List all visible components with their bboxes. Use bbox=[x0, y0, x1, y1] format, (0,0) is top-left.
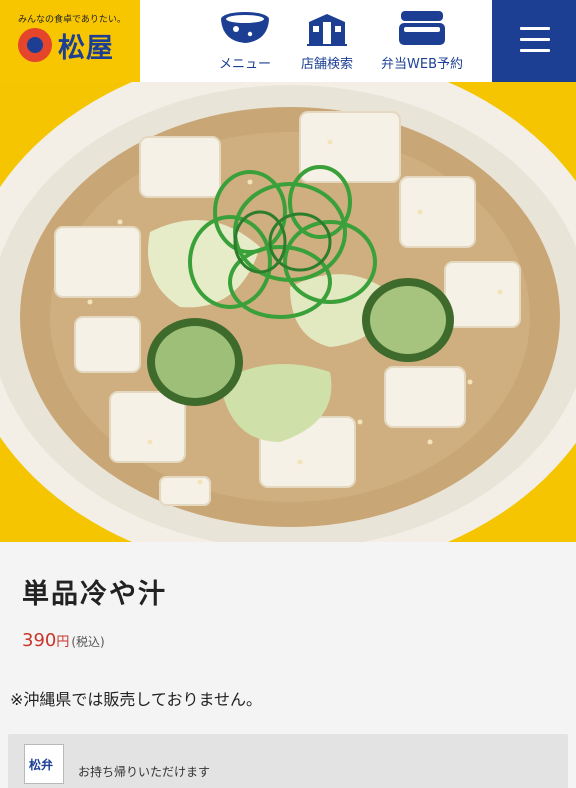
logo-text: 松屋 bbox=[58, 33, 114, 64]
nav-store-search-link[interactable]: 店舗検索 bbox=[272, 8, 382, 74]
cold-soup-bowl-image bbox=[0, 82, 576, 542]
logo-mark-icon bbox=[18, 28, 52, 62]
nav-store-search-label: 店舗検索 bbox=[300, 57, 353, 72]
site-header: みんなの食卓でありたい。 松屋 メニュー 店舗検索 弁当WEB予約 bbox=[0, 0, 576, 82]
product-title: 単品冷や汁 bbox=[22, 579, 167, 610]
bento-box-icon bbox=[399, 11, 445, 45]
bowl-icon bbox=[221, 12, 269, 43]
takeout-badge-icon: 松弁 bbox=[24, 744, 64, 784]
hamburger-menu-button[interactable] bbox=[492, 0, 576, 82]
takeout-text: お持ち帰りいただけます bbox=[78, 765, 211, 779]
logo-link[interactable]: みんなの食卓でありたい。 松屋 bbox=[0, 0, 140, 82]
hamburger-menu-icon bbox=[520, 27, 550, 30]
price-currency: 円 bbox=[56, 635, 70, 650]
nav-bento-order-link[interactable]: 弁当WEB予約 bbox=[367, 8, 477, 74]
availability-note: ※沖縄県では販売しておりません。 bbox=[10, 690, 262, 709]
tax-note: (税込) bbox=[71, 635, 105, 649]
takeout-badge-label: 松弁 bbox=[29, 758, 54, 772]
store-icon bbox=[307, 14, 347, 46]
product-photo bbox=[0, 82, 576, 542]
takeout-banner: 松弁 お持ち帰りいただけます bbox=[8, 734, 568, 788]
price-value: 390 bbox=[22, 630, 57, 651]
product-price: 390円 (税込) bbox=[22, 630, 105, 651]
logo-tagline: みんなの食卓でありたい。 bbox=[18, 15, 126, 25]
nav-bento-order-label: 弁当WEB予約 bbox=[381, 57, 463, 72]
product-details: 単品冷や汁 390円 (税込) ※沖縄県では販売しておりません。 松弁 お持ち帰り… bbox=[0, 542, 576, 788]
